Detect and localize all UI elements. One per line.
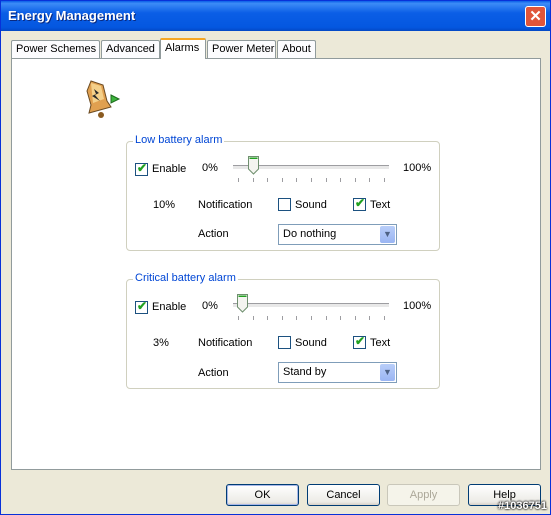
tab-power-schemes[interactable]: Power Schemes bbox=[11, 40, 100, 58]
low-notification-label: Notification bbox=[198, 199, 253, 211]
critical-action-label: Action bbox=[198, 367, 229, 379]
apply-button[interactable]: Apply bbox=[387, 484, 460, 506]
tab-power-meter[interactable]: Power Meter bbox=[207, 40, 276, 58]
low-slider-thumb[interactable] bbox=[247, 156, 259, 175]
critical-sound-label: Sound bbox=[295, 337, 327, 349]
low-level-value: 10% bbox=[153, 199, 176, 211]
slider-tick bbox=[281, 178, 283, 182]
low-text-label: Text bbox=[370, 199, 391, 211]
critical-min-label: 0% bbox=[202, 300, 218, 312]
low-level-slider[interactable] bbox=[233, 156, 389, 186]
low-max-label: 100% bbox=[403, 162, 432, 174]
watermark-text: #1036751 bbox=[498, 500, 547, 512]
critical-enable-checkbox[interactable]: ✔ bbox=[135, 299, 148, 314]
check-icon: ✔ bbox=[137, 161, 148, 175]
close-button[interactable]: ✕ bbox=[525, 6, 546, 27]
critical-slider-thumb[interactable] bbox=[237, 294, 249, 313]
tab-advanced[interactable]: Advanced bbox=[101, 40, 160, 58]
slider-tick bbox=[267, 316, 269, 320]
critical-text-label: Text bbox=[370, 337, 391, 349]
slider-tick bbox=[252, 178, 254, 182]
slider-tick bbox=[311, 316, 312, 320]
critical-text-checkbox[interactable]: ✔ bbox=[353, 334, 366, 349]
title-bar[interactable]: Energy Management ✕ bbox=[1, 1, 550, 31]
low-action-label: Action bbox=[198, 228, 229, 240]
slider-tick bbox=[238, 178, 239, 182]
critical-sound-checkbox[interactable] bbox=[278, 336, 291, 349]
slider-tick bbox=[354, 178, 356, 182]
slider-tick bbox=[252, 316, 254, 320]
low-enable-checkbox[interactable]: ✔ bbox=[135, 161, 148, 176]
critical-level-slider[interactable] bbox=[233, 294, 389, 324]
check-icon: ✔ bbox=[355, 334, 366, 348]
chevron-down-icon[interactable]: ▼ bbox=[380, 364, 395, 381]
slider-tick bbox=[340, 316, 342, 320]
critical-battery-group: Critical battery alarm ✔ Enable 0% 100% … bbox=[126, 272, 440, 389]
slider-tick bbox=[384, 316, 385, 320]
low-min-label: 0% bbox=[202, 162, 218, 174]
tab-alarms[interactable]: Alarms bbox=[160, 38, 206, 59]
low-battery-group-title: Low battery alarm bbox=[133, 134, 225, 146]
low-text-checkbox[interactable]: ✔ bbox=[353, 196, 366, 211]
critical-max-label: 100% bbox=[403, 300, 432, 312]
slider-tick bbox=[384, 178, 385, 182]
dialog-window: Energy Management ✕ Power Schemes Advanc… bbox=[0, 0, 551, 515]
battery-bell-icon bbox=[86, 80, 121, 118]
slider-tick bbox=[238, 316, 239, 320]
critical-action-value: Stand by bbox=[283, 366, 327, 378]
slider-tick bbox=[340, 178, 342, 182]
low-action-select[interactable]: Do nothing ▼ bbox=[278, 224, 397, 245]
slider-tick bbox=[325, 316, 327, 320]
cancel-button[interactable]: Cancel bbox=[307, 484, 380, 506]
low-sound-checkbox[interactable] bbox=[278, 198, 291, 211]
ok-button[interactable]: OK bbox=[226, 484, 299, 506]
critical-action-select[interactable]: Stand by ▼ bbox=[278, 362, 397, 383]
low-action-value: Do nothing bbox=[283, 228, 337, 240]
slider-tick bbox=[369, 178, 371, 182]
low-sound-label: Sound bbox=[295, 199, 327, 211]
window-title: Energy Management bbox=[8, 8, 136, 23]
critical-level-value: 3% bbox=[153, 337, 169, 349]
critical-notification-label: Notification bbox=[198, 337, 253, 349]
slider-tick bbox=[325, 178, 327, 182]
tab-about[interactable]: About bbox=[277, 40, 316, 58]
critical-battery-group-title: Critical battery alarm bbox=[133, 272, 238, 284]
slider-tick bbox=[354, 316, 356, 320]
check-icon: ✔ bbox=[137, 299, 148, 313]
check-icon: ✔ bbox=[355, 196, 366, 210]
slider-tick bbox=[296, 178, 298, 182]
slider-tick bbox=[311, 178, 312, 182]
alarms-panel: Low battery alarm ✔ Enable 0% 100% 10% N… bbox=[11, 58, 541, 470]
slider-tick bbox=[369, 316, 371, 320]
slider-tick bbox=[281, 316, 283, 320]
low-enable-label: Enable bbox=[152, 163, 187, 175]
critical-enable-label: Enable bbox=[152, 301, 187, 313]
slider-tick bbox=[296, 316, 298, 320]
slider-tick bbox=[267, 178, 269, 182]
low-battery-group: Low battery alarm ✔ Enable 0% 100% 10% N… bbox=[126, 134, 440, 251]
chevron-down-icon[interactable]: ▼ bbox=[380, 226, 395, 243]
